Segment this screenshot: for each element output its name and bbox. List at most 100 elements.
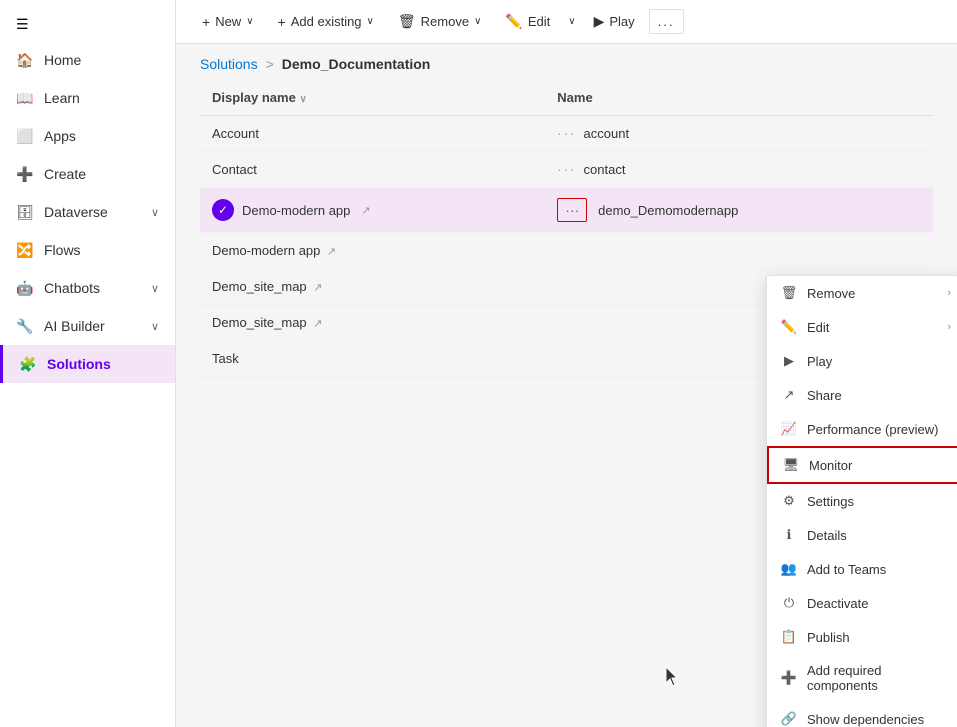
dropdown-item-label: Show dependencies bbox=[807, 712, 924, 727]
edit-button[interactable]: ✏️ Edit bbox=[495, 7, 560, 36]
mouse-cursor bbox=[666, 667, 680, 687]
sidebar: ☰ 🏠 Home 📖 Learn ⬜ Apps ➕ Create 🗄 Datav… bbox=[0, 0, 176, 727]
display-name-cell: Contact bbox=[200, 152, 545, 188]
display-name-column-header[interactable]: Display name ∨ bbox=[200, 80, 545, 116]
dropdown-item-label: Edit bbox=[807, 320, 829, 335]
display-name-cell: Demo-modern app ↗ bbox=[200, 233, 545, 269]
edit-icon: ✏️ bbox=[781, 319, 797, 335]
chevron-down-icon: ∨ bbox=[151, 320, 159, 333]
dropdown-item-label: Remove bbox=[807, 286, 855, 301]
play-button[interactable]: ▶ Play bbox=[584, 7, 645, 36]
dropdown-item-remove[interactable]: 🗑 Remove › bbox=[767, 276, 957, 310]
sidebar-item-learn[interactable]: 📖 Learn bbox=[0, 79, 175, 117]
name-column-header: Name bbox=[545, 80, 933, 116]
sidebar-item-label: Home bbox=[44, 52, 81, 68]
row-dots[interactable]: ··· bbox=[557, 126, 576, 141]
details-icon: ℹ bbox=[781, 527, 797, 543]
dropdown-item-settings[interactable]: ⚙ Settings bbox=[767, 484, 957, 518]
breadcrumb-current: Demo_Documentation bbox=[282, 56, 431, 72]
play-icon: ▶ bbox=[781, 353, 797, 369]
dropdown-item-label: Publish bbox=[807, 630, 850, 645]
chevron-down-icon: ∨ bbox=[367, 16, 374, 27]
external-link-icon[interactable]: ↗ bbox=[313, 282, 322, 294]
new-button[interactable]: + New ∨ bbox=[192, 8, 264, 36]
sidebar-item-label: Apps bbox=[44, 128, 76, 144]
context-dropdown-menu: 🗑 Remove › ✏️ Edit › ▶ Play ↗ Share 📈 Pe… bbox=[766, 275, 957, 727]
display-name-cell: ✓ Demo-modern app ↗ bbox=[200, 188, 545, 233]
breadcrumb-solutions-link[interactable]: Solutions bbox=[200, 56, 258, 72]
sidebar-item-chatbots[interactable]: 🤖 Chatbots ∨ bbox=[0, 269, 175, 307]
dropdown-item-label: Deactivate bbox=[807, 596, 868, 611]
dropdown-item-play[interactable]: ▶ Play bbox=[767, 344, 957, 378]
sidebar-item-label: Create bbox=[44, 166, 86, 182]
teams-icon: 👥 bbox=[781, 561, 797, 577]
dropdown-item-deactivate[interactable]: ⏻ Deactivate bbox=[767, 586, 957, 620]
dropdown-item-add-required[interactable]: ➕ Add required components bbox=[767, 654, 957, 702]
chevron-down-icon: ∨ bbox=[568, 16, 575, 27]
plus-icon: + bbox=[202, 14, 210, 30]
more-options-button[interactable]: ... bbox=[649, 9, 684, 34]
table-row: Account ··· account bbox=[200, 116, 933, 152]
dataverse-icon: 🗄 bbox=[16, 203, 34, 221]
deactivate-icon: ⏻ bbox=[781, 595, 797, 611]
external-link-icon[interactable]: ↗ bbox=[327, 246, 336, 258]
apps-icon: ⬜ bbox=[16, 127, 34, 145]
settings-icon: ⚙ bbox=[781, 493, 797, 509]
chevron-down-icon: ∨ bbox=[151, 282, 159, 295]
chatbots-icon: 🤖 bbox=[16, 279, 34, 297]
sidebar-item-apps[interactable]: ⬜ Apps bbox=[0, 117, 175, 155]
dropdown-item-monitor[interactable]: 🖥 Monitor bbox=[767, 446, 957, 484]
dropdown-item-share[interactable]: ↗ Share bbox=[767, 378, 957, 412]
sidebar-item-label: Dataverse bbox=[44, 204, 108, 220]
breadcrumb-separator: > bbox=[266, 56, 274, 72]
name-cell: ··· demo_Demomodernapp bbox=[545, 188, 933, 233]
row-more-button[interactable]: ··· bbox=[557, 198, 587, 222]
sidebar-item-flows[interactable]: 🔀 Flows bbox=[0, 231, 175, 269]
dropdown-item-label: Add to Teams bbox=[807, 562, 886, 577]
external-link-icon[interactable]: ↗ bbox=[361, 204, 370, 217]
sidebar-item-dataverse[interactable]: 🗄 Dataverse ∨ bbox=[0, 193, 175, 231]
sidebar-item-label: Learn bbox=[44, 90, 80, 106]
dropdown-item-label: Share bbox=[807, 388, 842, 403]
sidebar-item-solutions[interactable]: 🧩 Solutions bbox=[0, 345, 175, 383]
add-existing-button[interactable]: + Add existing ∨ bbox=[268, 8, 384, 36]
dropdown-item-label: Monitor bbox=[809, 458, 852, 473]
toolbar: + New ∨ + Add existing ∨ 🗑 Remove ∨ ✏️ E… bbox=[176, 0, 957, 44]
name-cell: ··· account bbox=[545, 116, 933, 152]
learn-icon: 📖 bbox=[16, 89, 34, 107]
chevron-down-icon: ∨ bbox=[151, 206, 159, 219]
remove-button[interactable]: 🗑 Remove ∨ bbox=[388, 7, 492, 36]
sidebar-item-ai-builder[interactable]: 🔧 AI Builder ∨ bbox=[0, 307, 175, 345]
ai-builder-icon: 🔧 bbox=[16, 317, 34, 335]
chevron-down-icon: ∨ bbox=[246, 16, 253, 27]
dropdown-item-label: Settings bbox=[807, 494, 854, 509]
hamburger-button[interactable]: ☰ bbox=[0, 0, 175, 41]
external-link-icon[interactable]: ↗ bbox=[313, 318, 322, 330]
monitor-icon: 🖥 bbox=[783, 457, 799, 473]
edit-chevron-button[interactable]: ∨ bbox=[564, 10, 579, 33]
display-name-cell: Account bbox=[200, 116, 545, 152]
selected-check-icon: ✓ bbox=[212, 199, 234, 221]
name-cell: ··· contact bbox=[545, 152, 933, 188]
row-dots[interactable]: ··· bbox=[557, 162, 576, 177]
dropdown-item-details[interactable]: ℹ Details bbox=[767, 518, 957, 552]
dropdown-item-edit[interactable]: ✏️ Edit › bbox=[767, 310, 957, 344]
breadcrumb: Solutions > Demo_Documentation bbox=[176, 44, 957, 80]
sidebar-item-label: Chatbots bbox=[44, 280, 100, 296]
edit-icon: ✏️ bbox=[505, 13, 522, 30]
display-name-cell: Demo_site_map ↗ bbox=[200, 269, 545, 305]
display-name-cell: Task bbox=[200, 341, 545, 377]
sidebar-item-home[interactable]: 🏠 Home bbox=[0, 41, 175, 79]
table-row[interactable]: ✓ Demo-modern app ↗ ··· demo_Demomoderna… bbox=[200, 188, 933, 233]
add-required-icon: ➕ bbox=[781, 670, 797, 686]
dropdown-item-performance[interactable]: 📈 Performance (preview) bbox=[767, 412, 957, 446]
dropdown-item-publish[interactable]: 📋 Publish bbox=[767, 620, 957, 654]
arrow-right-icon: › bbox=[947, 287, 951, 299]
dropdown-item-add-to-teams[interactable]: 👥 Add to Teams bbox=[767, 552, 957, 586]
dependencies-icon: 🔗 bbox=[781, 711, 797, 727]
publish-icon: 📋 bbox=[781, 629, 797, 645]
table-row: Contact ··· contact bbox=[200, 152, 933, 188]
dropdown-item-show-deps[interactable]: 🔗 Show dependencies bbox=[767, 702, 957, 727]
sidebar-item-create[interactable]: ➕ Create bbox=[0, 155, 175, 193]
share-icon: ↗ bbox=[781, 387, 797, 403]
